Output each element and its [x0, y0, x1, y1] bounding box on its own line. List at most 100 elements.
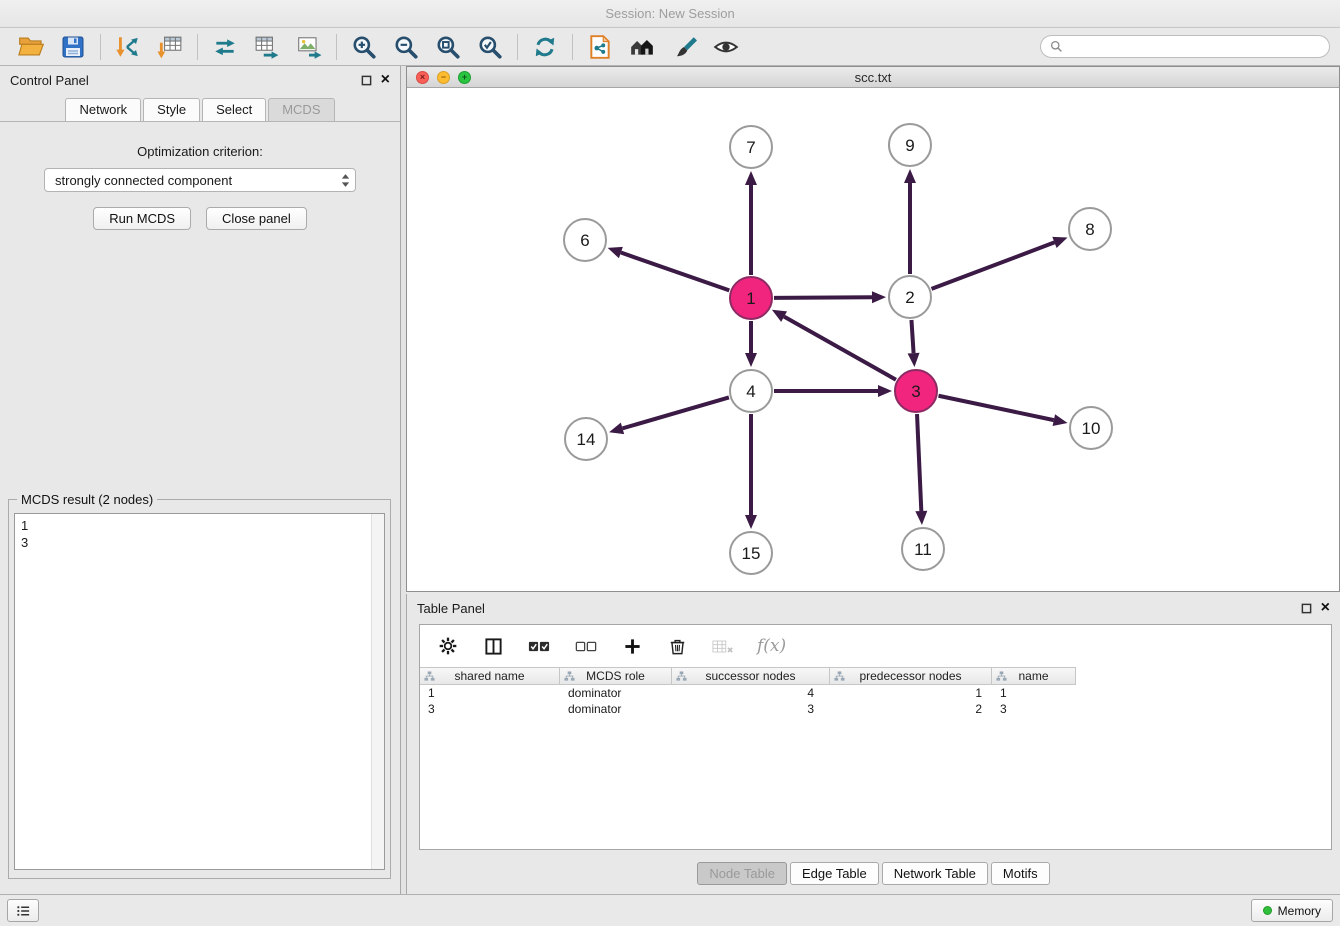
tab-select[interactable]: Select	[202, 98, 266, 121]
network-window-title: scc.txt	[407, 70, 1339, 85]
mcds-result-item[interactable]: 1	[21, 517, 378, 534]
graph-edge-1-6[interactable]	[621, 253, 729, 291]
table-toolbar: f(x)	[420, 625, 1331, 667]
refresh-icon	[532, 34, 558, 60]
search-input[interactable]	[1069, 39, 1320, 54]
graph-node-label: 9	[905, 136, 914, 155]
tab-network[interactable]: Network	[65, 98, 141, 121]
first-neighbors-button[interactable]	[621, 31, 663, 63]
optimization-criterion-label: Optimization criterion:	[0, 144, 400, 159]
zoom-out-button[interactable]	[385, 31, 427, 63]
deselect-all-columns-button[interactable]	[573, 630, 599, 662]
create-column-button[interactable]	[620, 630, 644, 662]
list-icon	[16, 904, 31, 918]
close-window-button[interactable]: ×	[416, 71, 429, 84]
table-row[interactable]: 1 dominator 4 1 1	[420, 685, 1331, 701]
open-folder-icon	[18, 33, 45, 60]
select-all-columns-button[interactable]	[526, 630, 552, 662]
cell-mcds-role: dominator	[560, 685, 672, 701]
cell-name: 1	[992, 685, 1076, 701]
table-panel-tabs: Node Table Edge Table Network Table Moti…	[407, 862, 1340, 885]
tab-style[interactable]: Style	[143, 98, 200, 121]
graph-edge-3-10[interactable]	[939, 396, 1054, 420]
tab-network-table[interactable]: Network Table	[882, 862, 988, 885]
edge-arrowhead	[609, 423, 624, 435]
graph-edge-4-14[interactable]	[622, 397, 728, 428]
plus-icon	[623, 637, 642, 656]
network-document-icon	[587, 34, 613, 60]
window-titlebar[interactable]: Session: New Session	[0, 0, 1340, 28]
minimize-window-button[interactable]: −	[437, 71, 450, 84]
window-title: Session: New Session	[605, 6, 734, 21]
float-panel-icon[interactable]	[1301, 603, 1312, 614]
graph-node-label: 7	[746, 138, 755, 157]
graph-edge-1-2[interactable]	[774, 297, 872, 298]
close-panel-icon[interactable]: ×	[381, 74, 390, 86]
mcds-result-item[interactable]: 3	[21, 534, 378, 551]
apply-layout-button[interactable]	[524, 31, 566, 63]
zoom-out-icon	[393, 34, 419, 60]
table-settings-button[interactable]	[436, 630, 460, 662]
import-network-button[interactable]	[107, 31, 149, 63]
cell-shared-name: 1	[420, 685, 560, 701]
close-panel-button[interactable]: Close panel	[206, 207, 307, 230]
main-toolbar	[0, 28, 1340, 66]
graph-edge-3-11[interactable]	[917, 414, 921, 511]
tab-motifs[interactable]: Motifs	[991, 862, 1050, 885]
table-row[interactable]: 3 dominator 3 2 3	[420, 701, 1331, 717]
open-session-button[interactable]	[10, 31, 52, 63]
float-panel-icon[interactable]	[361, 75, 372, 86]
run-mcds-button[interactable]: Run MCDS	[93, 207, 191, 230]
mcds-result-list[interactable]: 13	[14, 513, 385, 870]
graph-edge-2-8[interactable]	[932, 242, 1055, 288]
tab-edge-table[interactable]: Edge Table	[790, 862, 879, 885]
paint-brush-icon	[671, 34, 697, 60]
show-column-panel-button[interactable]	[481, 630, 505, 662]
show-hide-button[interactable]	[705, 31, 747, 63]
edge-arrowhead	[878, 385, 892, 397]
task-history-button[interactable]	[7, 899, 39, 922]
zoom-fit-button[interactable]	[427, 31, 469, 63]
zoom-selected-button[interactable]	[469, 31, 511, 63]
graph-edge-3-1[interactable]	[784, 317, 896, 380]
criterion-dropdown[interactable]: strongly connected component	[44, 168, 356, 192]
trash-icon	[668, 637, 687, 656]
maximize-window-button[interactable]: +	[458, 71, 471, 84]
tab-mcds[interactable]: MCDS	[268, 98, 334, 121]
column-header-predecessor-nodes[interactable]: predecessor nodes	[830, 667, 992, 685]
graph-node-label: 11	[914, 540, 932, 559]
close-panel-icon[interactable]: ×	[1321, 602, 1330, 614]
save-session-button[interactable]	[52, 31, 94, 63]
zoom-in-icon	[351, 34, 377, 60]
export-image-button[interactable]	[288, 31, 330, 63]
criterion-dropdown-value: strongly connected component	[55, 173, 232, 188]
tab-node-table[interactable]: Node Table	[697, 862, 787, 885]
network-window-titlebar[interactable]: × − + scc.txt	[407, 67, 1339, 88]
style-brush-button[interactable]	[663, 31, 705, 63]
toolbar-separator	[197, 34, 198, 60]
cell-predecessor-nodes: 2	[830, 701, 992, 717]
dropdown-chevrons-icon	[340, 172, 351, 189]
memory-button[interactable]: Memory	[1251, 899, 1333, 922]
column-header-name[interactable]: name	[992, 667, 1076, 685]
graph-node-label: 4	[746, 382, 755, 401]
graph-node-label: 1	[746, 289, 755, 308]
network-graph[interactable]: 1234678910111415	[407, 88, 1339, 591]
graph-node-label: 3	[911, 382, 920, 401]
cell-shared-name: 3	[420, 701, 560, 717]
column-header-shared-name[interactable]: shared name	[420, 667, 560, 685]
graph-edge-2-3[interactable]	[911, 320, 913, 353]
export-table-button[interactable]	[246, 31, 288, 63]
column-header-successor-nodes[interactable]: successor nodes	[672, 667, 830, 685]
node-table-area: f(x) shared name	[419, 624, 1332, 850]
column-header-mcds-role[interactable]: MCDS role	[560, 667, 672, 685]
control-panel-tabs: Network Style Select MCDS	[0, 94, 400, 122]
column-tree-icon	[424, 671, 435, 682]
network-document-button[interactable]	[579, 31, 621, 63]
export-network-button[interactable]	[204, 31, 246, 63]
import-table-button[interactable]	[149, 31, 191, 63]
delete-column-button[interactable]	[665, 630, 689, 662]
result-scrollbar[interactable]	[371, 514, 384, 869]
edge-arrowhead	[908, 353, 920, 367]
zoom-in-button[interactable]	[343, 31, 385, 63]
